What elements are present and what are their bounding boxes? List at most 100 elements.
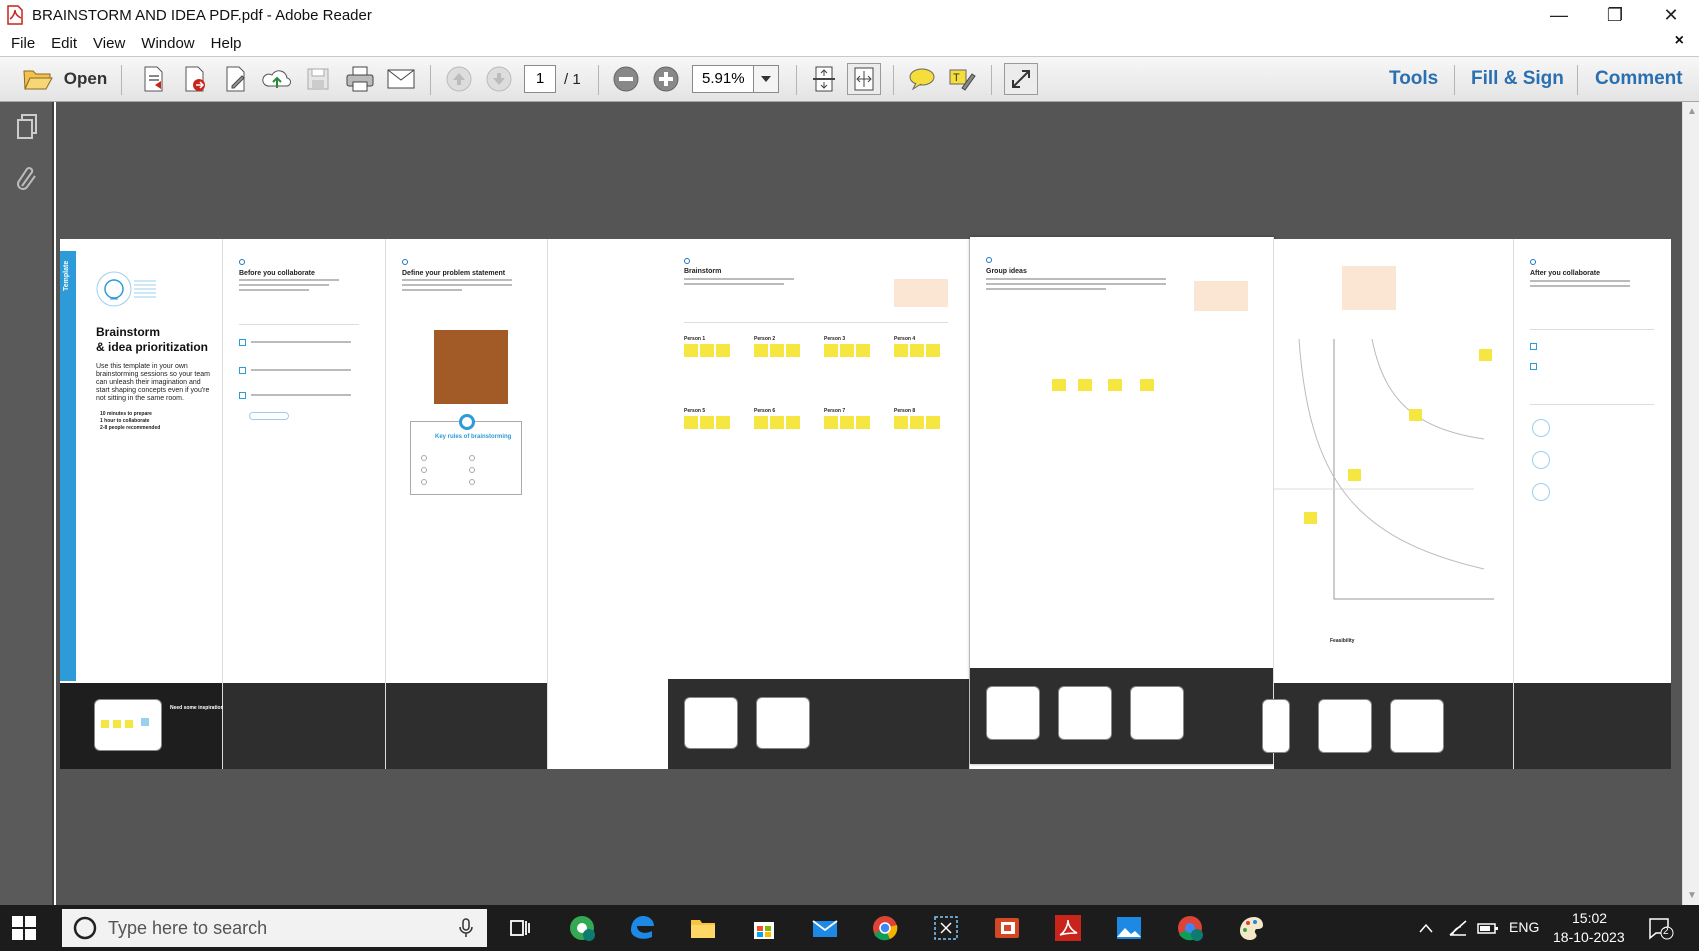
step-box [239, 339, 246, 346]
chrome-profile-icon[interactable] [1175, 913, 1205, 943]
example-thumbnail[interactable] [756, 697, 810, 749]
create-pdf-button[interactable] [138, 57, 170, 101]
toolbar-separator [1577, 65, 1578, 95]
vertical-scrollbar[interactable]: ▲ ▼ [1682, 102, 1699, 905]
adobe-reader-icon[interactable] [1053, 913, 1083, 943]
menu-view[interactable]: View [93, 35, 125, 52]
sticky-note [125, 720, 133, 728]
close-window-button[interactable]: ✕ [1643, 0, 1699, 30]
zoom-dropdown-button[interactable] [753, 65, 779, 93]
example-thumbnail[interactable] [1390, 699, 1444, 753]
menu-help[interactable]: Help [211, 35, 242, 52]
text-line [986, 288, 1106, 290]
comment-pane-button[interactable]: Comment [1595, 68, 1683, 90]
full-screen-button[interactable] [1004, 63, 1038, 95]
zoom-in-button[interactable] [649, 57, 683, 101]
menu-file[interactable]: File [11, 35, 35, 52]
tip-card [894, 279, 948, 307]
text-line [251, 394, 351, 396]
taskbar-search-box[interactable]: Type here to search [62, 909, 487, 947]
powerpoint-icon[interactable] [992, 913, 1022, 943]
rule-icon [421, 479, 427, 485]
search-circle-icon [73, 916, 97, 940]
action-center-button[interactable]: 2 [1648, 917, 1674, 941]
export-pdf-button[interactable] [179, 57, 211, 101]
mail-icon[interactable] [810, 913, 840, 943]
pdf-page[interactable]: Template Brainstorm & idea prioritizatio… [60, 237, 1671, 769]
previous-page-button[interactable] [442, 57, 476, 101]
prioritization-grid [1274, 339, 1494, 600]
fill-sign-pane-button[interactable]: Fill & Sign [1471, 68, 1564, 90]
highlight-text-button[interactable]: T [945, 57, 979, 101]
chevron-up-icon[interactable] [1419, 923, 1433, 933]
page-thumbnails-button[interactable] [12, 112, 42, 142]
email-button[interactable] [384, 57, 418, 101]
document-viewport[interactable]: Template Brainstorm & idea prioritizatio… [56, 102, 1682, 905]
divider [239, 324, 359, 325]
print-button[interactable] [343, 57, 377, 101]
cover-body-line: not sitting in the same room. [96, 395, 184, 402]
edge-browser-icon[interactable] [627, 913, 657, 943]
step-box [1530, 363, 1537, 370]
text-line [684, 278, 794, 280]
windows-taskbar: Type here to search ENG 15:02 18-10-2023… [0, 905, 1699, 951]
next-page-button[interactable] [482, 57, 516, 101]
close-document-button[interactable]: × [1675, 32, 1684, 50]
microsoft-store-icon[interactable] [749, 913, 779, 943]
menu-window[interactable]: Window [141, 35, 194, 52]
tools-pane-button[interactable]: Tools [1389, 68, 1438, 90]
chrome-icon[interactable] [870, 913, 900, 943]
text-line [402, 284, 512, 286]
scroll-down-arrow[interactable]: ▼ [1687, 890, 1697, 901]
save-icon [307, 68, 329, 90]
example-thumbnail[interactable] [1058, 686, 1112, 740]
restore-button[interactable]: ❐ [1587, 0, 1643, 30]
save-button[interactable] [302, 57, 334, 101]
paint-icon[interactable] [1236, 913, 1266, 943]
photos-icon[interactable] [1114, 913, 1144, 943]
add-comment-button[interactable] [905, 57, 939, 101]
start-button[interactable] [12, 916, 36, 940]
clock-date[interactable]: 18-10-2023 [1553, 929, 1625, 945]
example-thumbnail[interactable] [1130, 686, 1184, 740]
microphone-icon[interactable] [459, 918, 473, 938]
edit-pdf-button[interactable] [220, 57, 252, 101]
snipping-tool-icon[interactable] [931, 913, 961, 943]
minimize-button[interactable]: — [1531, 0, 1587, 30]
task-view-icon[interactable] [505, 913, 535, 943]
scroll-up-arrow[interactable]: ▲ [1687, 106, 1697, 117]
toolbar-separator [1454, 65, 1455, 95]
file-explorer-icon[interactable] [688, 913, 718, 943]
window-title: BRAINSTORM AND IDEA PDF.pdf - Adobe Read… [32, 6, 372, 24]
example-thumbnail[interactable] [1262, 699, 1290, 753]
inspiration-thumbnail[interactable] [94, 699, 162, 751]
language-indicator[interactable]: ENG [1509, 919, 1539, 935]
menu-edit[interactable]: Edit [51, 35, 77, 52]
step-box [239, 367, 246, 374]
person-label: Person 6 [754, 408, 776, 414]
minus-circle-icon [613, 66, 639, 92]
fit-width-button[interactable] [847, 63, 881, 95]
upload-button[interactable] [261, 57, 293, 101]
zoom-out-button[interactable] [609, 57, 643, 101]
open-article-button[interactable] [249, 412, 289, 420]
page-number-input[interactable]: 1 [524, 65, 556, 93]
attachments-button[interactable] [12, 164, 42, 194]
chrome-profile-icon[interactable] [567, 913, 597, 943]
pages-icon [17, 114, 37, 139]
dark-band [668, 679, 969, 769]
example-thumbnail[interactable] [684, 697, 738, 749]
group-ideas-column: Group ideas [970, 237, 1274, 764]
clock-time[interactable]: 15:02 [1572, 910, 1607, 926]
example-thumbnail[interactable] [1318, 699, 1372, 753]
navigation-pane [0, 102, 54, 905]
open-button[interactable]: Open [12, 57, 117, 101]
battery-icon[interactable] [1477, 919, 1499, 937]
sticky-note [926, 416, 940, 429]
sticky-note [716, 416, 730, 429]
fit-page-button[interactable] [807, 57, 841, 101]
wifi-icon[interactable] [1448, 919, 1468, 937]
example-thumbnail[interactable] [986, 686, 1040, 740]
zoom-level-input[interactable]: 5.91% [692, 65, 754, 93]
brainstorm-title: Brainstorm [684, 268, 722, 275]
